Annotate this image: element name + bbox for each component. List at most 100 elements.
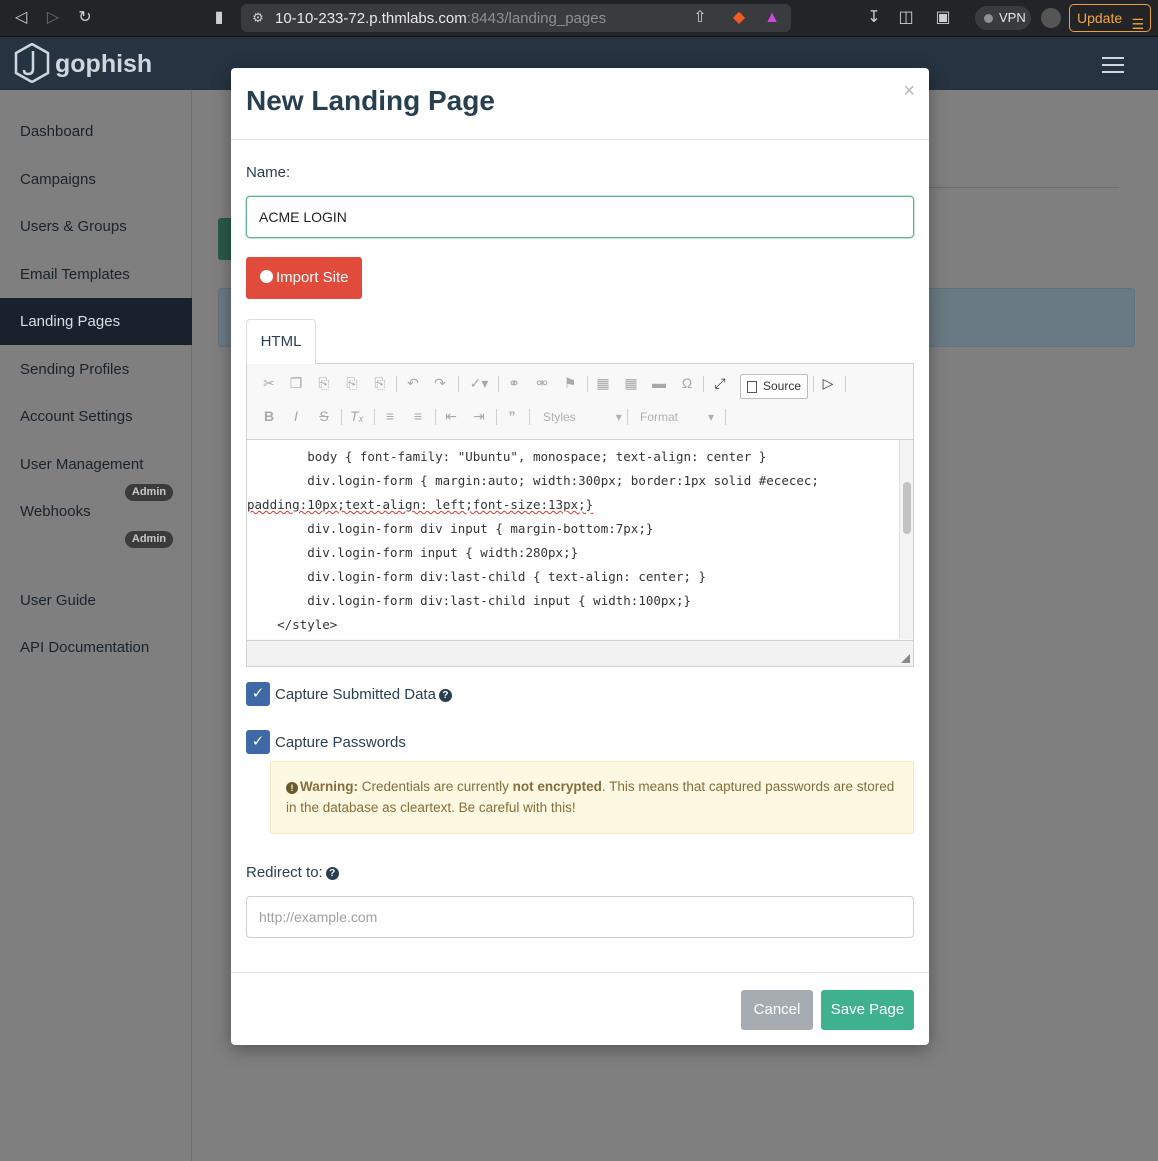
remove-format-icon[interactable]: Tₓ	[348, 407, 366, 425]
editor-footer	[247, 640, 913, 666]
code-line: </style>	[247, 617, 338, 632]
modal-header: New Landing Page ×	[231, 68, 929, 140]
capture-submitted-data-label: Capture Submitted Data?	[275, 686, 452, 703]
brave-rewards-icon[interactable]: ▲	[763, 9, 781, 27]
indent-icon[interactable]: ⇥	[470, 407, 488, 425]
outdent-icon[interactable]: ⇤	[442, 407, 460, 425]
bold-icon[interactable]: B	[260, 407, 278, 425]
update-button[interactable]: Update ☰	[1069, 4, 1151, 32]
strikethrough-icon[interactable]: S	[315, 407, 333, 425]
share-icon[interactable]: ⇧	[691, 9, 709, 27]
hamburger-menu-icon[interactable]	[1102, 57, 1124, 78]
horizontal-rule-icon[interactable]: ▬	[650, 374, 668, 392]
bulleted-list-icon[interactable]: ≡	[409, 407, 427, 425]
import-site-button[interactable]: Import Site	[246, 257, 362, 299]
modal-footer: Cancel Save Page	[231, 972, 929, 1045]
blockquote-icon[interactable]: ”	[503, 407, 521, 425]
source-code-area[interactable]: body { font-family: "Ubuntu", monospace;…	[247, 439, 913, 639]
warning-alert: ! Warning: Credentials are currently not …	[270, 761, 914, 834]
special-char-icon[interactable]: Ω	[678, 374, 696, 392]
table-icon[interactable]: ▦	[622, 374, 640, 392]
chevron-down-icon: ▾	[708, 410, 715, 424]
globe-icon	[260, 270, 273, 283]
sidebar-toggle-icon[interactable]: ◫	[897, 9, 915, 27]
sidebar-item-users-groups[interactable]: Users & Groups	[0, 203, 192, 250]
capture-submitted-data-checkbox[interactable]: ✓	[246, 682, 270, 706]
tab-html[interactable]: HTML	[246, 319, 316, 364]
sidebar-item-api-documentation[interactable]: API Documentation	[0, 624, 192, 671]
site-settings-icon[interactable]: ⚙	[249, 9, 267, 27]
editor-toolbar-row-1: ✂ ❐ ⎘ ⎘ ⎘ ↶ ↷ ✓▾ ⚭ ⚮ ⚑ ▦ ▦ ▬ Ω ⤢ Source	[247, 368, 913, 399]
numbered-list-icon[interactable]: ≡	[381, 407, 399, 425]
brave-shield-icon[interactable]: ◆	[730, 9, 748, 27]
anchor-flag-icon[interactable]: ⚑	[561, 374, 579, 392]
vpn-status-icon	[984, 14, 993, 23]
sidebar-item-dashboard[interactable]: Dashboard	[0, 108, 192, 155]
image-icon[interactable]: ▦	[594, 374, 612, 392]
resize-handle-icon[interactable]	[901, 654, 910, 663]
cut-icon[interactable]: ✂	[260, 374, 278, 392]
source-label: Source	[763, 379, 802, 393]
capture-passwords-checkbox[interactable]: ✓	[246, 730, 270, 754]
cancel-button[interactable]: Cancel	[741, 990, 813, 1030]
hook-icon	[14, 43, 50, 83]
italic-icon[interactable]: I	[287, 407, 305, 425]
preview-icon[interactable]: ▷	[819, 374, 837, 392]
undo-icon[interactable]: ↶	[404, 374, 422, 392]
bookmark-icon[interactable]: ▮	[210, 9, 228, 27]
styles-label: Styles	[543, 410, 576, 424]
url-text: 10-10-233-72.p.thmlabs.com:8443/landing_…	[275, 10, 607, 27]
sidebar-item-webhooks[interactable]: Webhooks	[0, 488, 192, 535]
sidebar-item-user-guide[interactable]: User Guide	[0, 577, 192, 624]
sidebar-item-email-templates[interactable]: Email Templates	[0, 251, 192, 298]
code-line: div.login-form div input { margin-bottom…	[247, 521, 654, 536]
redirect-label: Redirect to:?	[246, 864, 339, 881]
paste-word-icon[interactable]: ⎘	[371, 374, 389, 392]
format-dropdown[interactable]: Format ▾	[640, 407, 714, 427]
paste-text-icon[interactable]: ⎘	[343, 374, 361, 392]
name-label: Name:	[246, 164, 291, 181]
help-icon[interactable]: ?	[325, 867, 339, 880]
sidebar-item-campaigns[interactable]: Campaigns	[0, 156, 192, 203]
download-icon[interactable]: ↧	[865, 9, 883, 27]
paste-icon[interactable]: ⎘	[315, 374, 333, 392]
forward-icon[interactable]: ▷	[44, 9, 62, 27]
modal-title: New Landing Page	[246, 85, 495, 116]
vpn-button[interactable]: VPN	[975, 6, 1031, 30]
unlink-icon[interactable]: ⚮	[533, 374, 551, 392]
sidebar-item-user-management[interactable]: User Management	[0, 441, 192, 488]
code-line: div.login-form div:last-child input { wi…	[247, 593, 692, 608]
copy-icon[interactable]: ❐	[287, 374, 305, 392]
redirect-url-input[interactable]: http://example.com	[246, 896, 914, 938]
wallet-icon[interactable]: ▣	[934, 9, 952, 27]
save-page-button[interactable]: Save Page	[821, 990, 914, 1030]
sidebar-item-landing-pages[interactable]: Landing Pages	[0, 298, 192, 345]
name-input[interactable]: ACME LOGIN	[246, 196, 914, 238]
source-button[interactable]: Source	[740, 374, 808, 399]
update-label: Update	[1077, 10, 1123, 26]
scroll-thumb[interactable]	[903, 482, 911, 534]
sidebar-item-account-settings[interactable]: Account Settings	[0, 393, 192, 440]
vpn-label: VPN	[999, 10, 1026, 25]
logo-text: gophish	[55, 50, 153, 78]
link-icon[interactable]: ⚭	[505, 374, 523, 392]
warning-text: Credentials are currently	[358, 779, 513, 794]
browser-toolbar: ◁ ▷ ↻ ▮ ⚙ 10-10-233-72.p.thmlabs.com:844…	[0, 0, 1158, 37]
code-scrollbar[interactable]	[899, 440, 913, 639]
code-line: div.login-form input { width:280px;}	[247, 545, 579, 560]
html-editor: ✂ ❐ ⎘ ⎘ ⎘ ↶ ↷ ✓▾ ⚭ ⚮ ⚑ ▦ ▦ ▬ Ω ⤢ Source	[246, 363, 914, 667]
maximize-icon[interactable]: ⤢	[711, 374, 729, 392]
styles-dropdown[interactable]: Styles ▾	[543, 407, 622, 427]
chevron-down-icon: ▾	[615, 410, 622, 424]
close-icon[interactable]: ×	[903, 80, 915, 103]
back-icon[interactable]: ◁	[12, 9, 30, 27]
address-bar[interactable]: ⚙ 10-10-233-72.p.thmlabs.com:8443/landin…	[241, 4, 791, 32]
help-icon[interactable]: ?	[438, 689, 452, 702]
spellcheck-icon[interactable]: ✓▾	[466, 374, 492, 392]
reload-icon[interactable]: ↻	[76, 9, 94, 27]
profile-avatar-icon[interactable]	[1041, 8, 1061, 28]
redo-icon[interactable]: ↷	[431, 374, 449, 392]
menu-icon: ☰	[1131, 16, 1144, 32]
sidebar-item-sending-profiles[interactable]: Sending Profiles	[0, 346, 192, 393]
code-line: body { font-family: "Ubuntu", monospace;…	[247, 449, 767, 464]
